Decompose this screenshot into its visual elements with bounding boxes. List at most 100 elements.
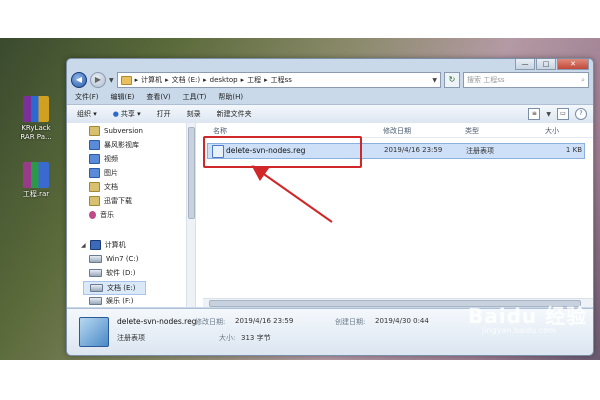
nav-item-drive-f[interactable]: 娱乐 (F:): [89, 295, 134, 307]
document-library-icon: [89, 182, 100, 192]
menu-edit[interactable]: 编辑(E): [111, 92, 135, 102]
column-type[interactable]: 类型: [465, 126, 479, 136]
registry-file-large-icon: [79, 317, 109, 347]
nav-scrollbar-thumb[interactable]: [188, 127, 195, 219]
nav-item-xunlei[interactable]: 迅雷下载: [89, 195, 132, 207]
search-icon: ⌕: [581, 75, 585, 84]
nav-item-drive-e[interactable]: 文档 (E:): [83, 281, 147, 295]
details-created-value: 2019/4/30 0:44: [375, 317, 429, 325]
nav-item-subversion[interactable]: Subversion: [89, 125, 143, 137]
winrar-icon: [23, 96, 49, 122]
breadcrumb-gongchengss[interactable]: 工程ss: [271, 75, 292, 85]
address-bar[interactable]: ▸ 计算机 ▸ 文档 (E:) ▸ desktop ▸ 工程 ▸ 工程ss ▼: [116, 72, 441, 88]
search-input[interactable]: 搜索 工程ss ⌕: [463, 72, 589, 88]
back-button[interactable]: ◀: [71, 72, 87, 88]
details-size-value: 313 字节: [241, 334, 271, 342]
file-type: 注册表项: [466, 147, 494, 155]
drive-icon: [89, 297, 102, 305]
breadcrumb-desktop[interactable]: desktop: [210, 76, 238, 84]
menu-view[interactable]: 查看(V): [146, 92, 170, 102]
address-dropdown-icon[interactable]: ▼: [432, 77, 437, 84]
open-button[interactable]: 打开: [157, 109, 171, 119]
nav-item-label: 视频: [104, 155, 118, 163]
breadcrumb-sep-icon: ▸: [134, 76, 139, 84]
nav-item-label: 图片: [104, 169, 118, 177]
desktop-icon-gongcheng-rar[interactable]: 工程.rar: [14, 162, 58, 199]
details-file-type: 注册表项: [117, 334, 145, 342]
details-file-name: delete-svn-nodes.reg: [117, 317, 197, 326]
windows-drive-icon: [89, 255, 102, 263]
desktop-icon-krylack[interactable]: KRyLack RAR Pa...: [14, 96, 58, 142]
breadcrumb-gongcheng[interactable]: 工程: [247, 75, 261, 85]
nav-item-videos[interactable]: 视频: [89, 153, 118, 165]
menu-help[interactable]: 帮助(H): [218, 92, 243, 102]
organize-button[interactable]: 组织 ▾: [77, 109, 97, 119]
nav-item-documents[interactable]: 文档: [89, 181, 118, 193]
column-modified[interactable]: 修改日期: [383, 126, 411, 136]
nav-item-drive-c[interactable]: Win7 (C:): [89, 253, 139, 265]
desktop-icon-label: RAR Pa...: [20, 133, 52, 141]
drive-icon: [89, 269, 102, 277]
baidu-watermark-url: jingyan.baidu.com: [482, 326, 556, 335]
burn-button[interactable]: 刻录: [187, 109, 201, 119]
breadcrumb-drive[interactable]: 文档 (E:): [172, 75, 200, 85]
minimize-button[interactable]: —: [515, 59, 535, 70]
drive-icon: [90, 284, 103, 292]
share-label: 共享 ▾: [120, 110, 141, 118]
nav-item-label: 娱乐 (F:): [106, 297, 134, 305]
details-modified-value: 2019/4/16 23:59: [235, 317, 294, 325]
view-tools: ≡ ▼ ▭ ?: [528, 108, 587, 120]
nav-item-label: 音乐: [100, 211, 114, 219]
nav-item-label: 计算机: [104, 241, 126, 249]
nav-item-computer[interactable]: ◢ 计算机: [81, 239, 126, 251]
share-icon: ●: [112, 110, 119, 118]
expand-icon[interactable]: ◢: [81, 242, 86, 249]
breadcrumb-sep-icon: ▸: [240, 76, 245, 84]
nav-scrollbar[interactable]: [186, 123, 195, 307]
view-dropdown-icon[interactable]: ▼: [546, 111, 551, 118]
picture-library-icon: [89, 168, 100, 178]
address-row: ◀ ▶ ▼ ▸ 计算机 ▸ 文档 (E:) ▸ desktop ▸ 工程 ▸ 工…: [71, 71, 589, 89]
nav-item-baofeng[interactable]: 暴风影视库: [89, 139, 139, 151]
column-size[interactable]: 大小: [545, 126, 559, 136]
menu-tools[interactable]: 工具(T): [183, 92, 207, 102]
column-name[interactable]: 名称: [213, 126, 227, 136]
music-library-icon: [89, 211, 96, 219]
library-icon: [89, 196, 100, 206]
nav-item-label: 文档 (E:): [107, 284, 136, 292]
close-button[interactable]: ✕: [557, 59, 589, 70]
new-folder-button[interactable]: 新建文件夹: [217, 109, 252, 119]
nav-item-label: 文档: [104, 183, 118, 191]
breadcrumb-sep-icon: ▸: [203, 76, 207, 84]
breadcrumb-computer[interactable]: 计算机: [141, 75, 162, 85]
history-dropdown-icon[interactable]: ▼: [109, 77, 114, 84]
menu-file[interactable]: 文件(F): [75, 92, 99, 102]
menu-bar: 文件(F) 编辑(E) 查看(V) 工具(T) 帮助(H): [71, 91, 589, 103]
desktop-icon-label: KRyLack: [21, 124, 51, 132]
maximize-button[interactable]: □: [536, 59, 556, 70]
view-options-icon[interactable]: ≡: [528, 108, 541, 120]
forward-button[interactable]: ▶: [90, 72, 106, 88]
preview-pane-icon[interactable]: ▭: [557, 108, 569, 120]
highlight-box: [203, 136, 362, 168]
nav-item-pictures[interactable]: 图片: [89, 167, 118, 179]
command-bar: 组织 ▾ ● 共享 ▾ 打开 刻录 新建文件夹 ≡ ▼ ▭ ?: [67, 104, 593, 124]
share-button[interactable]: ● 共享 ▾: [113, 109, 141, 119]
details-created-label: 创建日期:: [335, 318, 366, 326]
nav-item-drive-d[interactable]: 软件 (D:): [89, 267, 135, 279]
search-placeholder: 搜索 工程ss: [467, 76, 505, 84]
desktop-icon-label: 工程.rar: [22, 190, 50, 198]
help-icon[interactable]: ?: [575, 108, 587, 120]
nav-item-label: 软件 (D:): [106, 269, 136, 277]
nav-item-music[interactable]: 音乐: [89, 209, 114, 221]
library-icon: [89, 140, 100, 150]
navigation-pane: Subversion 暴风影视库 视频 图片 文档 迅雷下载 音乐 ◢ 计算机 …: [67, 123, 196, 307]
breadcrumb-sep-icon: ▸: [165, 76, 169, 84]
nav-item-label: Subversion: [104, 127, 143, 135]
file-modified: 2019/4/16 23:59: [384, 146, 443, 154]
video-library-icon: [89, 154, 100, 164]
window-controls: — □ ✕: [515, 59, 589, 70]
refresh-button[interactable]: ↻: [444, 72, 460, 88]
folder-icon: [120, 75, 132, 85]
nav-item-label: 迅雷下载: [104, 197, 132, 205]
